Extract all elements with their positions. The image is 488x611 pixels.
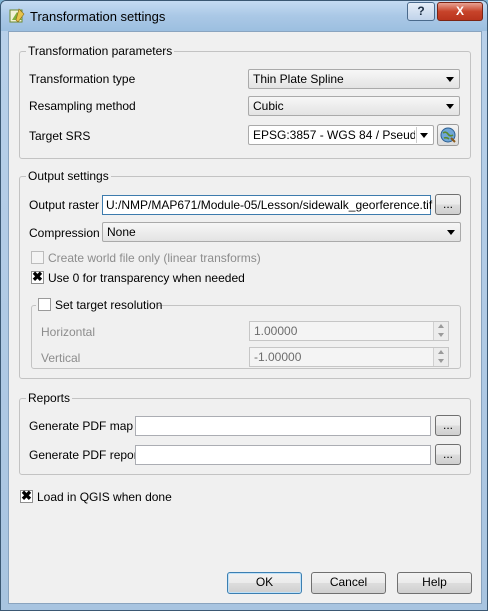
selected-value: Thin Plate Spline [253,72,344,86]
load-in-qgis-label: Load in QGIS when done [37,490,172,504]
output-raster-field[interactable]: U:/NMP/MAP671/Module-05/Lesson/sidewalk_… [102,195,433,215]
divider [416,127,417,143]
spin-up-icon[interactable] [433,322,448,331]
target-srs-label: Target SRS [29,129,91,143]
pdf-report-field[interactable] [135,445,431,465]
spin-up-icon[interactable] [433,348,448,357]
group-title: Output settings [26,169,111,183]
group-title: Reports [26,391,73,405]
chevron-down-icon [447,230,455,235]
spin-down-icon[interactable] [433,357,448,366]
transformation-type-label: Transformation type [29,72,136,86]
selected-value: Cubic [253,99,284,113]
chevron-down-icon [446,77,454,82]
selected-value: EPSG:3857 - WGS 84 / Pseudo Me [253,128,415,142]
set-resolution-label: Set target resolution [55,298,163,312]
georeferencer-icon [9,8,25,23]
cancel-button[interactable]: Cancel [311,572,386,594]
transformation-type-select[interactable]: Thin Plate Spline [248,69,460,89]
load-in-qgis-checkbox[interactable]: ✖ [20,488,33,503]
pdf-map-label: Generate PDF map [29,419,134,433]
spin-down-icon[interactable] [433,331,448,340]
spin-value: -1.00000 [254,350,302,364]
dialog-body: Transformation parameters Transformation… [8,31,482,604]
title-bar: Transformation settings ? X [1,1,487,31]
set-resolution-checkbox[interactable] [38,298,51,311]
ok-button[interactable]: OK [227,572,302,594]
compression-label: Compression [29,226,100,240]
transparency-checkbox[interactable]: ✖ [31,269,44,284]
horizontal-spinbox[interactable]: 1.00000 [249,321,449,341]
selected-value: None [107,225,136,239]
close-button[interactable]: X [437,2,483,21]
horizontal-label: Horizontal [41,325,96,339]
resampling-method-select[interactable]: Cubic [248,96,460,116]
dialog-window: Transformation settings ? X Transformati… [0,0,488,611]
field-value: U:/NMP/MAP671/Module-05/Lesson/sidewalk_… [106,198,433,212]
help-title-button[interactable]: ? [407,2,435,21]
browse-output-raster-button[interactable]: ... [435,194,461,215]
output-raster-label: Output raster [29,198,100,212]
compression-select[interactable]: None [102,222,461,242]
spin-value: 1.00000 [254,324,298,338]
chevron-down-icon [446,104,454,109]
browse-pdf-map-button[interactable]: ... [435,415,461,436]
check-icon: ✖ [21,488,32,503]
browse-pdf-report-button[interactable]: ... [435,444,461,465]
transparency-label: Use 0 for transparency when needed [48,271,245,285]
select-crs-button[interactable] [437,124,459,146]
chevron-down-icon [420,133,428,138]
target-srs-select[interactable]: EPSG:3857 - WGS 84 / Pseudo Me [248,125,434,145]
pdf-map-field[interactable] [135,416,431,436]
globe-icon [440,127,456,143]
vertical-label: Vertical [41,351,81,365]
world-file-label: Create world file only (linear transform… [48,251,261,265]
vertical-spinbox[interactable]: -1.00000 [249,347,449,367]
help-button[interactable]: Help [397,572,472,594]
resampling-method-label: Resampling method [29,99,136,113]
check-icon: ✖ [32,269,43,284]
window-title: Transformation settings [30,9,166,24]
group-title: Transformation parameters [26,44,175,58]
pdf-report-label: Generate PDF report [29,448,142,462]
world-file-checkbox[interactable] [31,251,44,264]
